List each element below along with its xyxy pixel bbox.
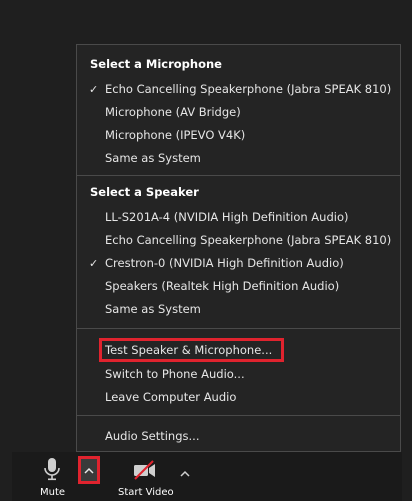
speaker-item-ll-s201a[interactable]: LL-S201A-4 (NVIDIA High Definition Audio… xyxy=(105,210,348,224)
mic-item-ipevo[interactable]: Microphone (IPEVO V4K) xyxy=(105,128,245,142)
video-off-icon xyxy=(134,460,155,480)
microphone-section-title: Select a Microphone xyxy=(90,57,222,71)
video-options-chevron-button[interactable] xyxy=(180,462,190,481)
speaker-item-same-as-system[interactable]: Same as System xyxy=(105,302,201,316)
start-video-button[interactable] xyxy=(130,459,160,483)
audio-options-chevron-button[interactable] xyxy=(78,456,100,484)
microphone-icon xyxy=(44,458,60,481)
divider xyxy=(77,175,400,176)
speaker-section-title: Select a Speaker xyxy=(90,185,199,199)
divider xyxy=(77,415,400,416)
leave-computer-audio-item[interactable]: Leave Computer Audio xyxy=(105,390,236,404)
mic-item-same-as-system[interactable]: Same as System xyxy=(105,151,201,165)
mute-label: Mute xyxy=(40,487,66,498)
start-video-label: Start Video xyxy=(118,487,174,498)
chevron-up-icon xyxy=(180,470,190,477)
meeting-toolbar: Mute Start Video xyxy=(12,452,402,501)
highlight-box xyxy=(99,338,284,362)
chevron-up-icon xyxy=(84,467,94,474)
divider xyxy=(77,328,400,329)
switch-phone-audio-item[interactable]: Switch to Phone Audio... xyxy=(105,367,245,381)
speaker-item-realtek[interactable]: Speakers (Realtek High Definition Audio) xyxy=(105,279,339,293)
speaker-check-icon: ✓ xyxy=(89,257,99,270)
speaker-item-jabra[interactable]: Echo Cancelling Speakerphone (Jabra SPEA… xyxy=(105,233,391,247)
audio-settings-item[interactable]: Audio Settings... xyxy=(105,429,199,443)
audio-options-menu: Select a Microphone ✓ Echo Cancelling Sp… xyxy=(76,44,401,452)
mic-item-jabra[interactable]: Echo Cancelling Speakerphone (Jabra SPEA… xyxy=(105,82,391,96)
mic-check-icon: ✓ xyxy=(89,83,99,96)
mute-button[interactable] xyxy=(38,457,66,483)
mic-item-av-bridge[interactable]: Microphone (AV Bridge) xyxy=(105,105,241,119)
speaker-item-crestron[interactable]: Crestron-0 (NVIDIA High Definition Audio… xyxy=(105,256,344,270)
